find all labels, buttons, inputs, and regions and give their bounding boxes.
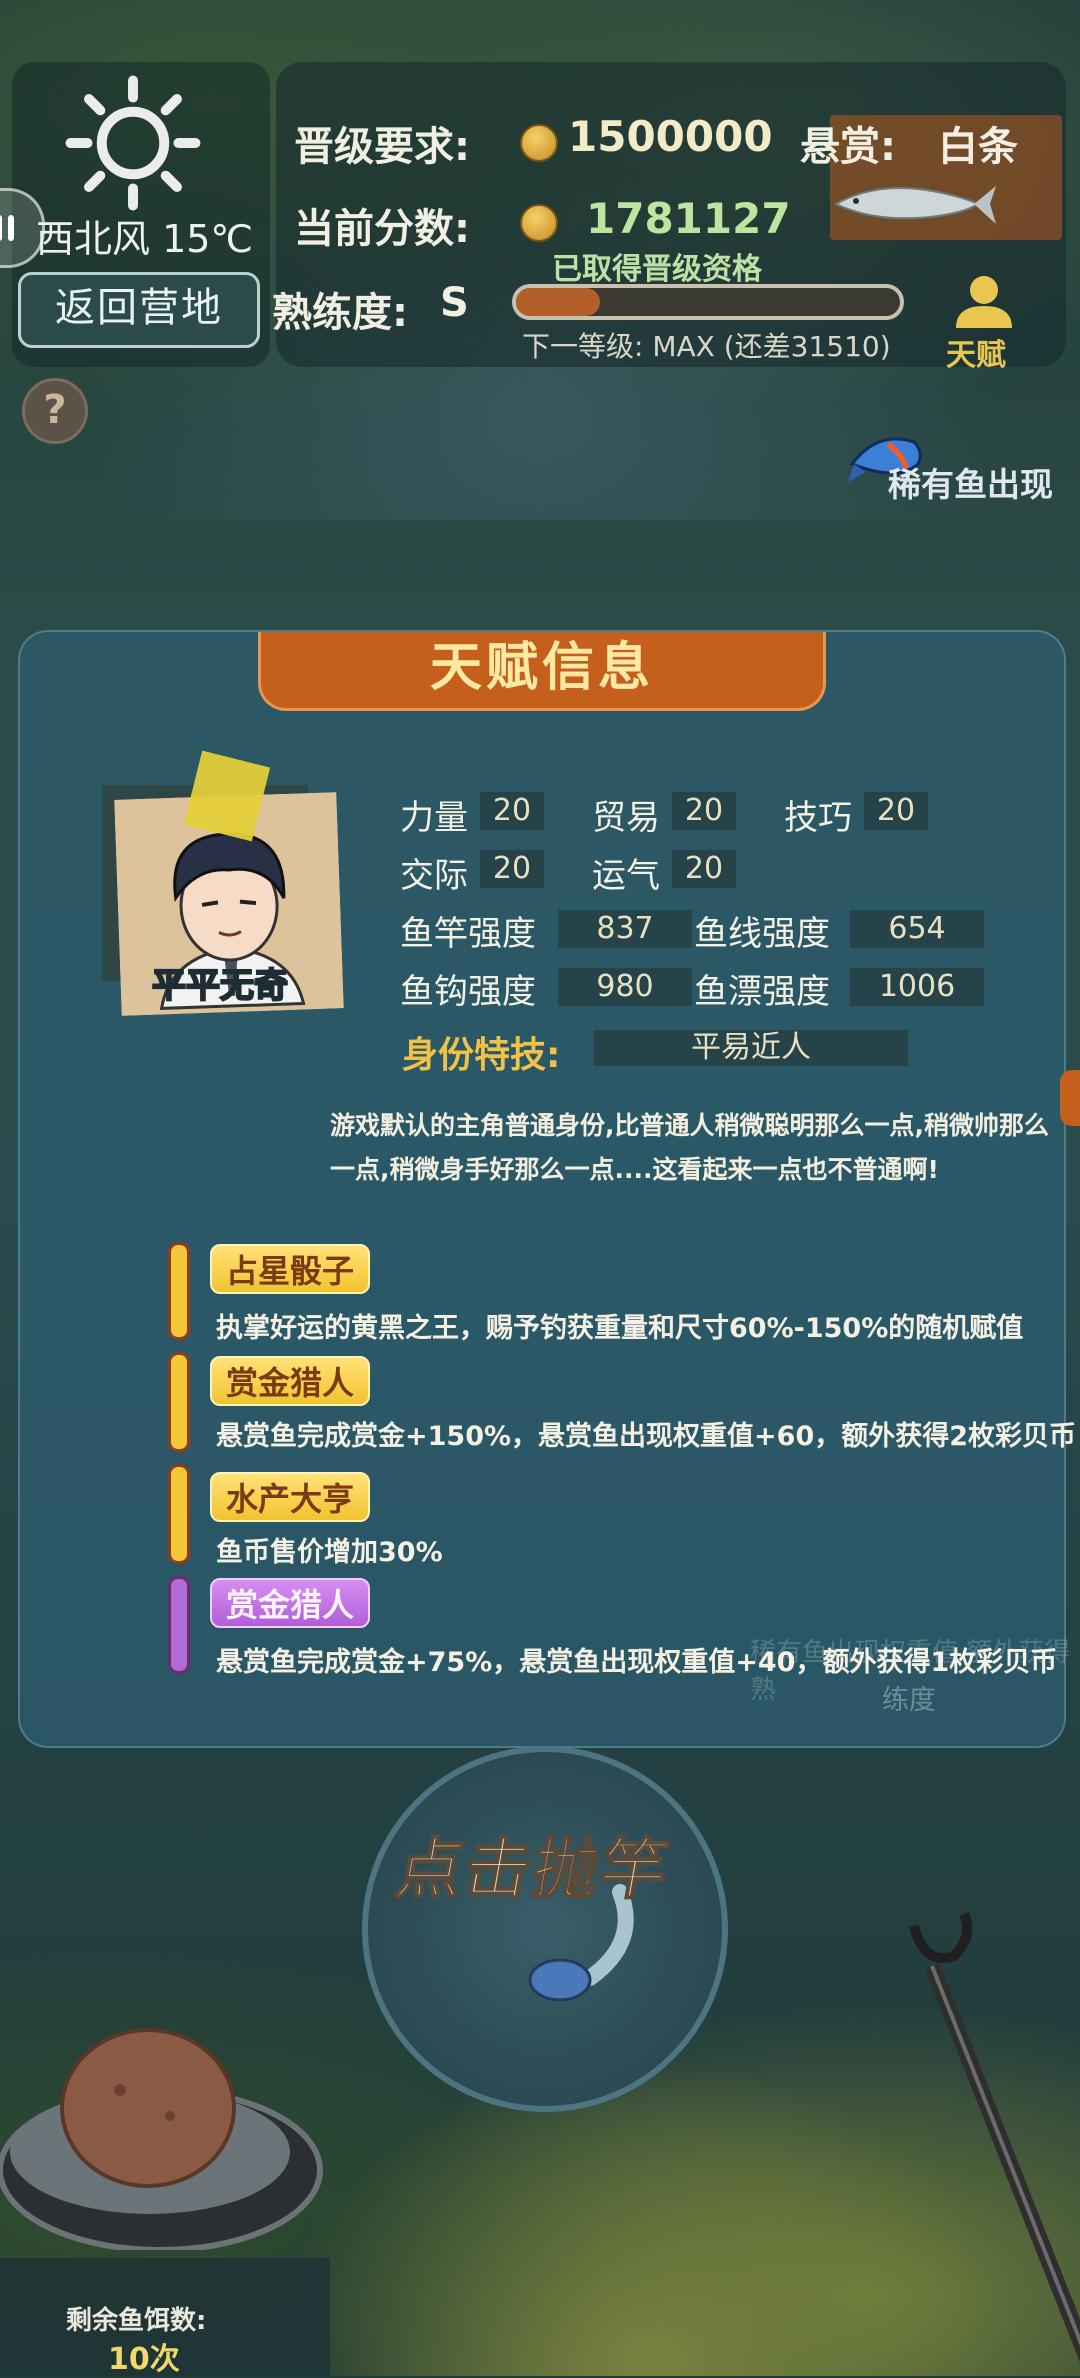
skill-description: 执掌好运的黄黑之王，赐予钓获重量和尺寸60%-150%的随机赋值 <box>216 1313 1024 1344</box>
stat-label: 技巧 <box>784 798 852 838</box>
proficiency-label: 熟练度: <box>272 290 408 336</box>
wind-temperature: 西北风 15℃ <box>36 217 254 261</box>
bounty-label: 悬赏: <box>800 124 896 170</box>
skill-marker <box>168 1352 190 1452</box>
skill-tag: 占星骰子 <box>210 1244 371 1294</box>
background-text: 练度 <box>882 1685 936 1716</box>
qualification-note: 已取得晋级资格 <box>552 252 762 287</box>
skill-description: 悬赏鱼完成赏金+150%，悬赏鱼出现权重值+60，额外获得2枚彩贝币 <box>216 1421 1077 1452</box>
proficiency-grade: S <box>440 280 469 326</box>
stat-value: 20 <box>480 792 544 830</box>
bounty-fish-name: 白条 <box>938 124 1018 170</box>
gear-value: 654 <box>850 910 984 948</box>
promotion-requirement-label: 晋级要求: <box>294 124 470 170</box>
skill-marker <box>168 1242 190 1340</box>
stat-label: 力量 <box>400 798 468 838</box>
next-level-text: 下一等级: MAX (还差31510) <box>522 330 891 363</box>
gear-value: 837 <box>558 910 692 948</box>
fishing-rod-holder <box>909 1911 1080 2363</box>
stat-label: 交际 <box>400 856 468 896</box>
stat-label: 贸易 <box>592 798 660 838</box>
bait-remaining-count: 10次 <box>108 2342 180 2377</box>
cast-rod-label[interactable]: 点击抛竿 <box>389 1816 679 1912</box>
skill-marker <box>168 1464 190 1564</box>
stat-value: 20 <box>480 850 544 888</box>
identity-name: 平平无奇 <box>151 965 289 1007</box>
proficiency-progress-bar <box>512 284 904 320</box>
skill-description: 鱼币售价增加30% <box>216 1537 443 1568</box>
skill-tag: 赏金猎人 <box>210 1578 371 1628</box>
gear-label: 鱼线强度 <box>694 914 830 954</box>
gear-value: 1006 <box>850 968 984 1006</box>
coin-icon <box>520 204 558 242</box>
identity-skill-label: 身份特技: <box>402 1035 561 1076</box>
stat-label: 运气 <box>592 856 660 896</box>
gear-label: 鱼钩强度 <box>400 972 536 1012</box>
stat-value: 20 <box>672 792 736 830</box>
bait-ball-icon <box>0 2028 323 2250</box>
stat-value: 20 <box>672 850 736 888</box>
talent-button-label[interactable]: 天赋 <box>946 330 1006 374</box>
stat-value: 20 <box>864 792 928 830</box>
skill-marker <box>168 1576 190 1674</box>
current-score-label: 当前分数: <box>294 206 470 252</box>
help-icon[interactable]: ? <box>22 378 88 444</box>
sun-icon <box>65 75 201 211</box>
skill-tag: 水产大亨 <box>210 1472 371 1522</box>
identity-skill-value: 平易近人 <box>594 1030 908 1066</box>
rare-fish-notice: 稀有鱼出现 <box>888 465 1053 504</box>
gear-label: 鱼竿强度 <box>400 914 536 954</box>
gear-value: 980 <box>558 968 692 1006</box>
side-tab[interactable] <box>1060 1070 1080 1126</box>
return-camp-button[interactable]: 返回营地 <box>18 272 260 348</box>
dialog-title: 天赋信息 <box>258 632 826 711</box>
gear-label: 鱼漂强度 <box>694 972 830 1012</box>
identity-description: 游戏默认的主角普通身份,比普通人稍微聪明那么一点,稍微帅那么一点,稍微身手好那么… <box>330 1111 1049 1184</box>
bounty-fish-icon <box>833 186 996 224</box>
progress-fill <box>516 288 601 316</box>
promotion-requirement-value: 1500000 <box>568 112 773 161</box>
bait-remaining-label: 剩余鱼饵数: <box>66 2306 207 2336</box>
current-score-value: 1781127 <box>586 194 791 243</box>
coin-icon <box>520 124 558 162</box>
skill-tag: 赏金猎人 <box>210 1356 371 1406</box>
